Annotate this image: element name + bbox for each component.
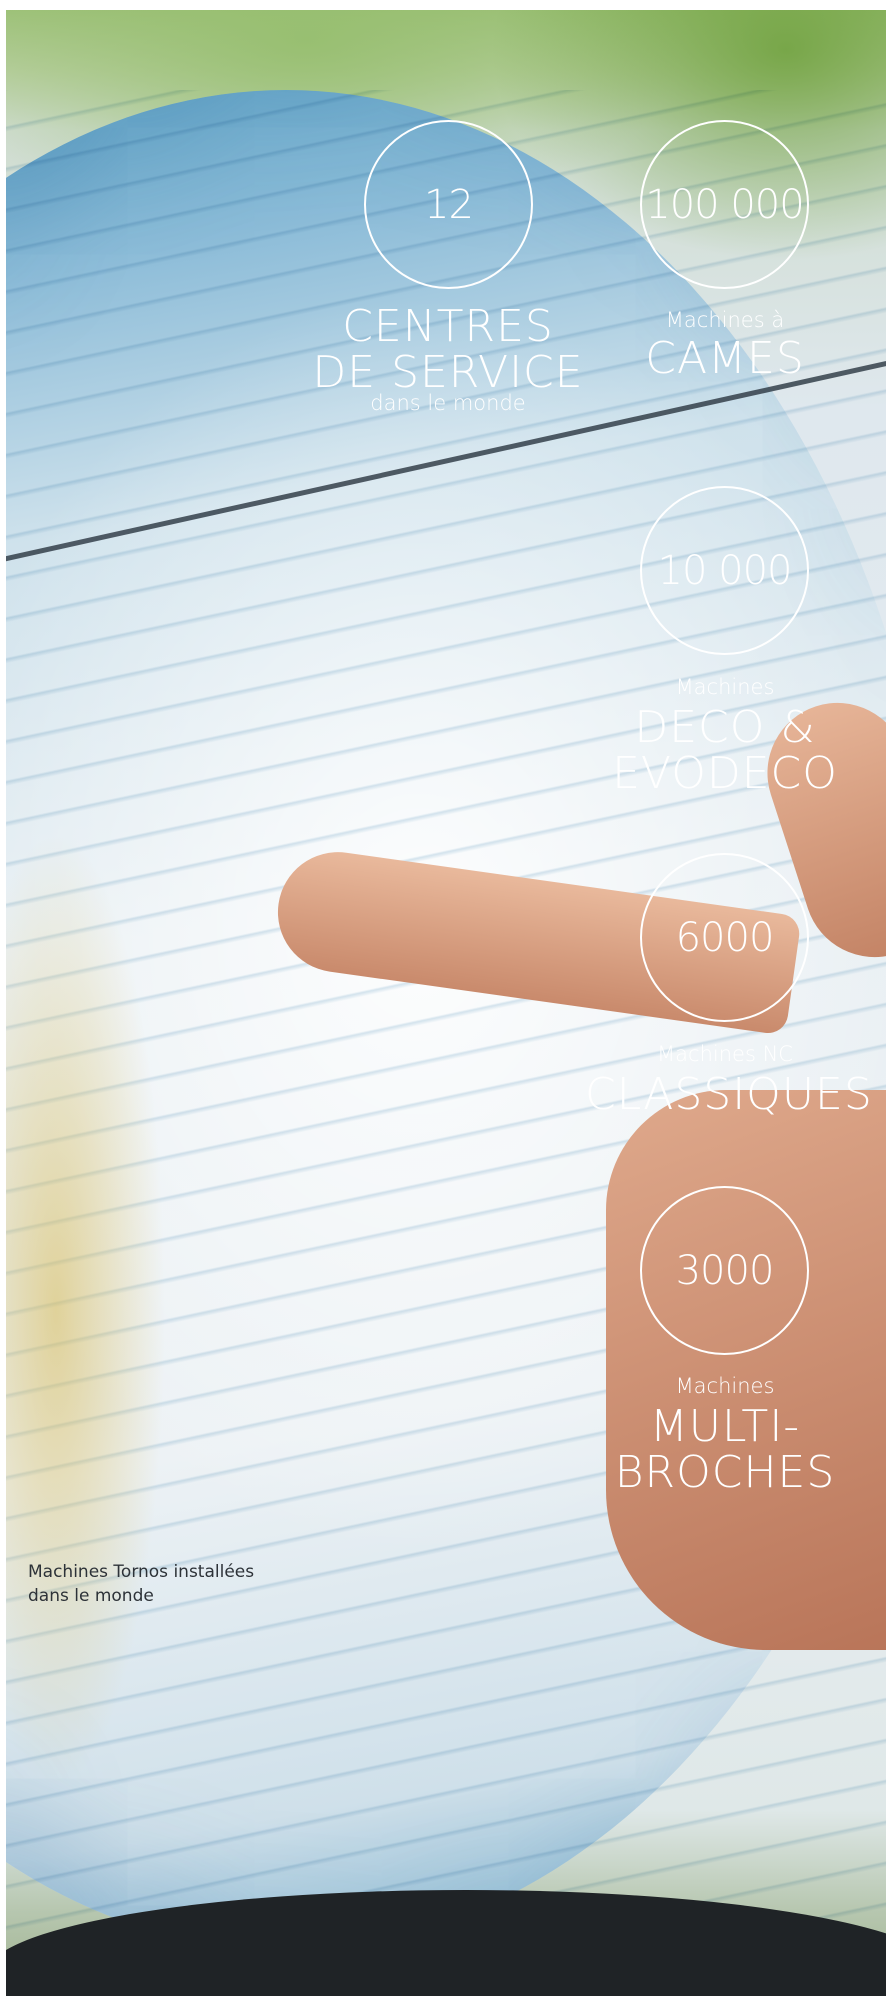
stat-title: DECO &: [634, 702, 816, 753]
stat-title: MULTI-: [649, 1401, 801, 1452]
stat-number: 3000: [675, 1247, 775, 1294]
stat-label-service-centres: CENTRES DE SERVICE dans le monde: [290, 305, 606, 414]
stat-number: 6000: [675, 914, 775, 961]
stat-title: CENTRES: [342, 301, 554, 352]
stat-number: 12: [424, 181, 474, 228]
stat-label-nc-machines: Machines NC CLASSIQUES: [585, 1042, 873, 1120]
stat-label-cam-machines: Machines à CAMES: [600, 310, 850, 381]
stat-subtitle: Machines NC: [657, 1042, 793, 1066]
caption-line: Machines Tornos installées: [28, 1562, 255, 1582]
stat-circle-nc-machines: 6000: [640, 853, 809, 1022]
stat-circle-cam-machines: 100 000: [640, 120, 809, 289]
stat-subtitle: Machines: [675, 1374, 775, 1398]
stat-title: EVODECO: [612, 748, 838, 799]
stat-title: CLASSIQUES: [585, 1069, 873, 1120]
stat-circle-deco-machines: 10 000: [640, 486, 809, 655]
hand-palm: [606, 1090, 886, 1650]
stat-circle-multispindle-machines: 3000: [640, 1186, 809, 1355]
stat-title: CAMES: [645, 333, 805, 384]
caption: Machines Tornos installées dans le monde: [28, 1560, 328, 1608]
caption-line: dans le monde: [28, 1586, 154, 1606]
stat-title: DE SERVICE: [312, 347, 584, 398]
stat-circle-service-centres: 12: [364, 120, 533, 289]
stat-title: BROCHES: [614, 1447, 836, 1498]
stat-label-multispindle-machines: Machines MULTI- BROCHES: [600, 1376, 850, 1495]
stat-subtitle: Machines: [675, 675, 775, 699]
stat-subtitle: Machines à: [665, 308, 785, 332]
stat-number: 100 000: [645, 181, 804, 228]
stat-number: 10 000: [657, 547, 793, 594]
stat-label-deco-machines: Machines DECO & EVODECO: [600, 677, 850, 796]
